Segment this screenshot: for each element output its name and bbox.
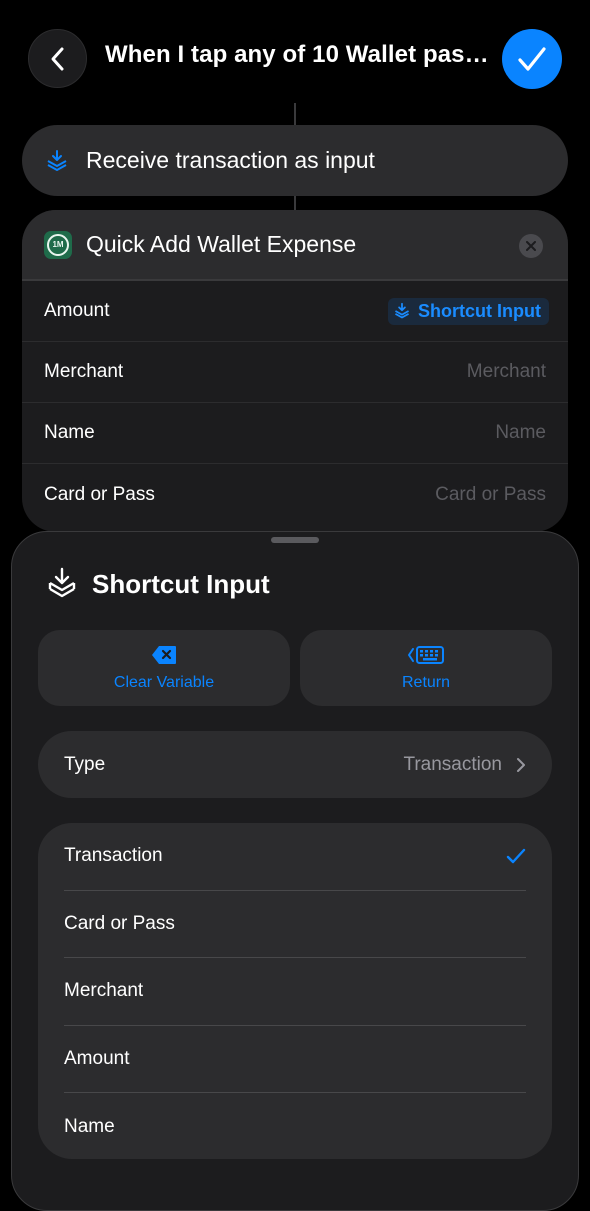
app-icon: 1M (44, 230, 72, 259)
checkmark-icon (506, 849, 526, 864)
remove-action-button[interactable] (519, 234, 543, 258)
list-item[interactable]: Amount (64, 1026, 526, 1093)
type-selector[interactable]: Type Transaction (38, 731, 552, 798)
shortcut-input-icon (48, 567, 76, 598)
variable-chip-label: Shortcut Input (418, 300, 541, 321)
delete-backward-icon (152, 645, 176, 664)
variable-chip[interactable]: Shortcut Input (388, 297, 549, 325)
type-value: Transaction (403, 753, 502, 775)
type-options-list: Transaction Card or Pass Merchant Amount… (38, 823, 552, 1159)
list-item[interactable]: Transaction (64, 823, 526, 891)
sheet-title: Shortcut Input (92, 568, 270, 599)
param-placeholder: Card or Pass (435, 483, 546, 505)
shortcut-input-icon (47, 149, 67, 171)
option-label: Card or Pass (64, 912, 175, 934)
option-label: Transaction (64, 845, 163, 867)
trigger-label: Receive transaction as input (86, 147, 375, 173)
param-placeholder: Merchant (466, 361, 546, 382)
param-row-card-or-pass[interactable]: Card or Pass Card or Pass (22, 464, 568, 525)
clear-variable-button[interactable]: Clear Variable (38, 630, 290, 706)
param-label: Name (44, 422, 95, 443)
trigger-card[interactable]: Receive transaction as input (22, 125, 568, 196)
app-icon-text: 1M (47, 233, 69, 256)
param-label: Merchant (44, 361, 124, 382)
action-header: 1M Quick Add Wallet Expense (22, 210, 568, 281)
list-item[interactable]: Merchant (64, 958, 526, 1026)
return-label: Return (401, 673, 451, 691)
option-label: Name (64, 1115, 115, 1137)
chevron-left-icon (51, 47, 63, 70)
flow-connector (294, 196, 296, 210)
checkmark-icon (518, 47, 546, 71)
sheet-grabber[interactable] (271, 537, 319, 543)
flow-connector (294, 103, 296, 125)
param-label: Card or Pass (44, 483, 155, 505)
option-label: Merchant (64, 980, 144, 1002)
return-button[interactable]: Return (300, 630, 552, 706)
close-icon (526, 241, 536, 251)
type-label: Type (64, 753, 106, 775)
param-row-merchant[interactable]: Merchant Merchant (22, 342, 568, 403)
page-title: When I tap any of 10 Wallet pass… (105, 41, 490, 68)
keyboard-return-icon (408, 645, 444, 664)
shortcut-input-icon (395, 302, 409, 319)
list-item[interactable]: Card or Pass (64, 891, 526, 958)
action-card: 1M Quick Add Wallet Expense Amount Short… (22, 210, 568, 532)
param-placeholder: Name (495, 422, 546, 443)
action-title: Quick Add Wallet Expense (86, 231, 357, 257)
back-button[interactable] (28, 29, 87, 88)
param-row-name[interactable]: Name Name (22, 403, 568, 464)
list-item[interactable]: Name (64, 1093, 526, 1159)
option-label: Amount (64, 1047, 130, 1069)
param-row-amount[interactable]: Amount Shortcut Input (22, 281, 568, 342)
chevron-right-icon (517, 757, 525, 772)
done-button[interactable] (502, 29, 562, 89)
sheet-header: Shortcut Input (47, 567, 270, 601)
clear-variable-label: Clear Variable (113, 673, 215, 691)
param-label: Amount (44, 300, 110, 321)
